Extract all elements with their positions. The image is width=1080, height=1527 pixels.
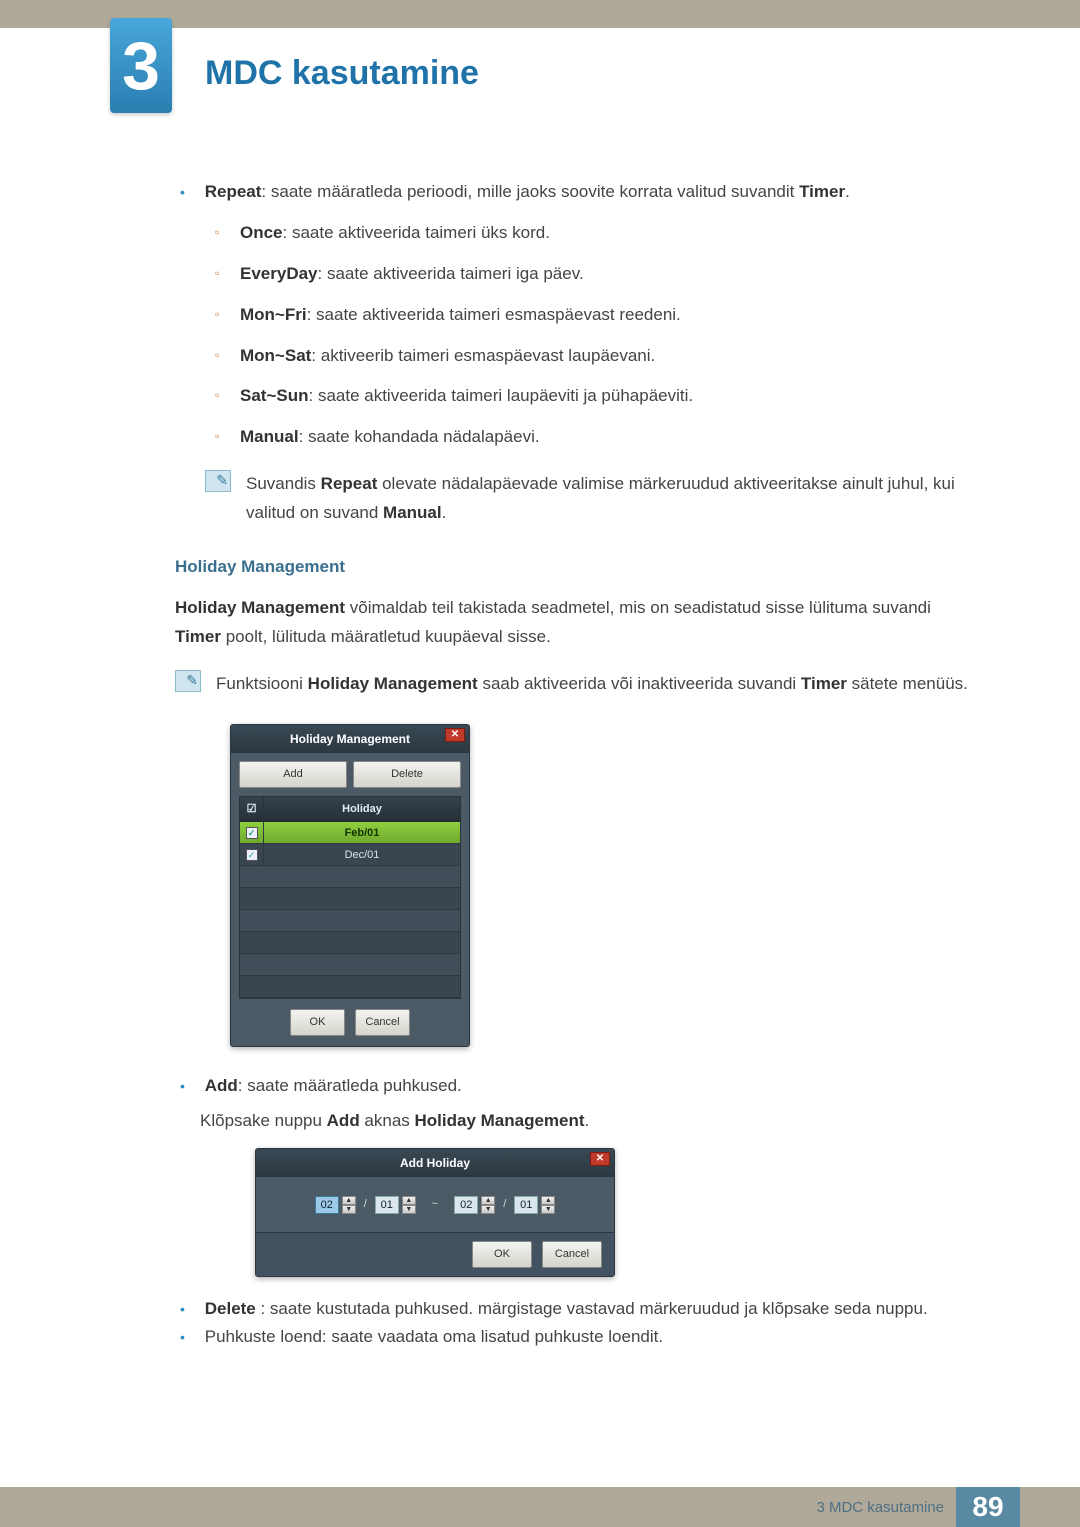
month-end-spinner[interactable]: 02 ▲▼ <box>454 1196 495 1214</box>
list-item: Puhkuste loend: saate vaadata oma lisatu… <box>200 1323 970 1352</box>
add-holiday-dialog: Add Holiday ✕ 02 ▲▼ / 01 ▲▼ ~ <box>255 1148 615 1277</box>
spinner-arrows[interactable]: ▲▼ <box>402 1196 416 1214</box>
holiday-dialog-screenshot: Holiday Management ✕ Add Delete ☑ Holida… <box>230 724 970 1047</box>
list-header: ☑ Holiday <box>240 797 460 823</box>
add-item: Add: saate määratleda puhkused. Klõpsake… <box>200 1072 970 1277</box>
holiday-paragraph: Holiday Management võimaldab teil takist… <box>175 594 970 652</box>
repeat-note-text: Suvandis Repeat olevate nädalapäevade va… <box>246 470 970 528</box>
spinner-arrows[interactable]: ▲▼ <box>481 1196 495 1214</box>
add-delete-list: Add: saate määratleda puhkused. Klõpsake… <box>175 1072 970 1352</box>
page-number: 89 <box>956 1487 1020 1527</box>
repeat-timer-word: Timer <box>799 182 845 201</box>
option-everyday: EveryDay: saate aktiveerida taimeri iga … <box>240 260 970 289</box>
dialog-footer: OK Cancel <box>231 999 469 1046</box>
add-item-para: Klõpsake nuppu Add aknas Holiday Managem… <box>200 1107 970 1136</box>
month-start-spinner[interactable]: 02 ▲▼ <box>315 1196 356 1214</box>
note-icon <box>175 670 201 692</box>
spinner-arrows[interactable]: ▲▼ <box>541 1196 555 1214</box>
ok-button[interactable]: OK <box>290 1009 345 1036</box>
repeat-list: Repeat: saate määratleda perioodi, mille… <box>175 178 970 452</box>
spinner-arrows[interactable]: ▲▼ <box>342 1196 356 1214</box>
cancel-button[interactable]: Cancel <box>355 1009 410 1036</box>
repeat-options: Once: saate aktiveerida taimeri üks kord… <box>200 219 970 452</box>
cancel-button[interactable]: Cancel <box>542 1241 602 1268</box>
range-tilde: ~ <box>422 1195 448 1214</box>
list-empty-row <box>240 888 460 910</box>
spinner-value[interactable]: 02 <box>454 1196 478 1214</box>
holiday-note: Funktsiooni Holiday Management saab akti… <box>175 670 970 699</box>
page-content: Repeat: saate määratleda perioodi, mille… <box>0 118 1080 1352</box>
dialog-title: Holiday Management ✕ <box>231 725 469 753</box>
list-empty-row <box>240 866 460 888</box>
dialog-footer: OK Cancel <box>256 1232 614 1276</box>
holiday-dialog: Holiday Management ✕ Add Delete ☑ Holida… <box>230 724 470 1047</box>
spinner-value[interactable]: 02 <box>315 1196 339 1214</box>
dialog-toolbar: Add Delete <box>231 753 469 796</box>
option-monsat: Mon~Sat: aktiveerib taimeri esmaspäevast… <box>240 342 970 371</box>
day-start-spinner[interactable]: 01 ▲▼ <box>375 1196 416 1214</box>
option-once: Once: saate aktiveerida taimeri üks kord… <box>240 219 970 248</box>
chapter-header: 3 MDC kasutamine <box>0 28 1080 118</box>
row-value: Feb/01 <box>264 824 460 843</box>
ok-button[interactable]: OK <box>472 1241 532 1268</box>
option-monfri: Mon~Fri: saate aktiveerida taimeri esmas… <box>240 301 970 330</box>
add-holiday-dialog-screenshot: Add Holiday ✕ 02 ▲▼ / 01 ▲▼ ~ <box>255 1148 970 1277</box>
list-empty-row <box>240 976 460 998</box>
separator: / <box>501 1195 508 1214</box>
option-manual: Manual: saate kohandada nädalapäevi. <box>240 423 970 452</box>
delete-item: Delete : saate kustutada puhkused. märgi… <box>200 1295 970 1324</box>
header-checkbox[interactable]: ☑ <box>240 797 264 822</box>
option-satsun: Sat~Sun: saate aktiveerida taimeri laupä… <box>240 382 970 411</box>
dialog-title: Add Holiday ✕ <box>256 1149 614 1177</box>
separator: / <box>362 1195 369 1214</box>
row-checkbox[interactable]: ✓ <box>240 822 264 843</box>
spinner-value[interactable]: 01 <box>375 1196 399 1214</box>
close-button[interactable]: ✕ <box>445 728 465 742</box>
note-icon <box>205 470 231 492</box>
spinner-value[interactable]: 01 <box>514 1196 538 1214</box>
repeat-label: Repeat <box>205 182 262 201</box>
add-button[interactable]: Add <box>239 761 347 788</box>
repeat-desc: : saate määratleda perioodi, mille jaoks… <box>261 182 799 201</box>
day-end-spinner[interactable]: 01 ▲▼ <box>514 1196 555 1214</box>
list-row-selected[interactable]: ✓ Feb/01 <box>240 822 460 844</box>
list-empty-row <box>240 932 460 954</box>
repeat-item: Repeat: saate määratleda perioodi, mille… <box>200 178 970 452</box>
repeat-note: Suvandis Repeat olevate nädalapäevade va… <box>205 470 970 528</box>
close-button[interactable]: ✕ <box>590 1152 610 1166</box>
chapter-title: MDC kasutamine <box>205 54 479 93</box>
page-footer: 3 MDC kasutamine 89 <box>0 1487 1080 1527</box>
holiday-note-text: Funktsiooni Holiday Management saab akti… <box>216 670 970 699</box>
delete-button[interactable]: Delete <box>353 761 461 788</box>
list-row[interactable]: ✓ Dec/01 <box>240 844 460 866</box>
add-holiday-body: 02 ▲▼ / 01 ▲▼ ~ 02 ▲▼ / <box>256 1177 614 1232</box>
footer-text: 3 MDC kasutamine <box>816 1499 944 1516</box>
list-empty-row <box>240 910 460 932</box>
header-label: Holiday <box>264 797 460 822</box>
chapter-number-badge: 3 <box>110 18 172 113</box>
row-checkbox[interactable]: ✓ <box>240 844 264 865</box>
row-value: Dec/01 <box>264 846 460 865</box>
holiday-list: ☑ Holiday ✓ Feb/01 ✓ Dec/01 <box>239 796 461 1000</box>
holiday-heading: Holiday Management <box>175 553 970 582</box>
list-empty-row <box>240 954 460 976</box>
